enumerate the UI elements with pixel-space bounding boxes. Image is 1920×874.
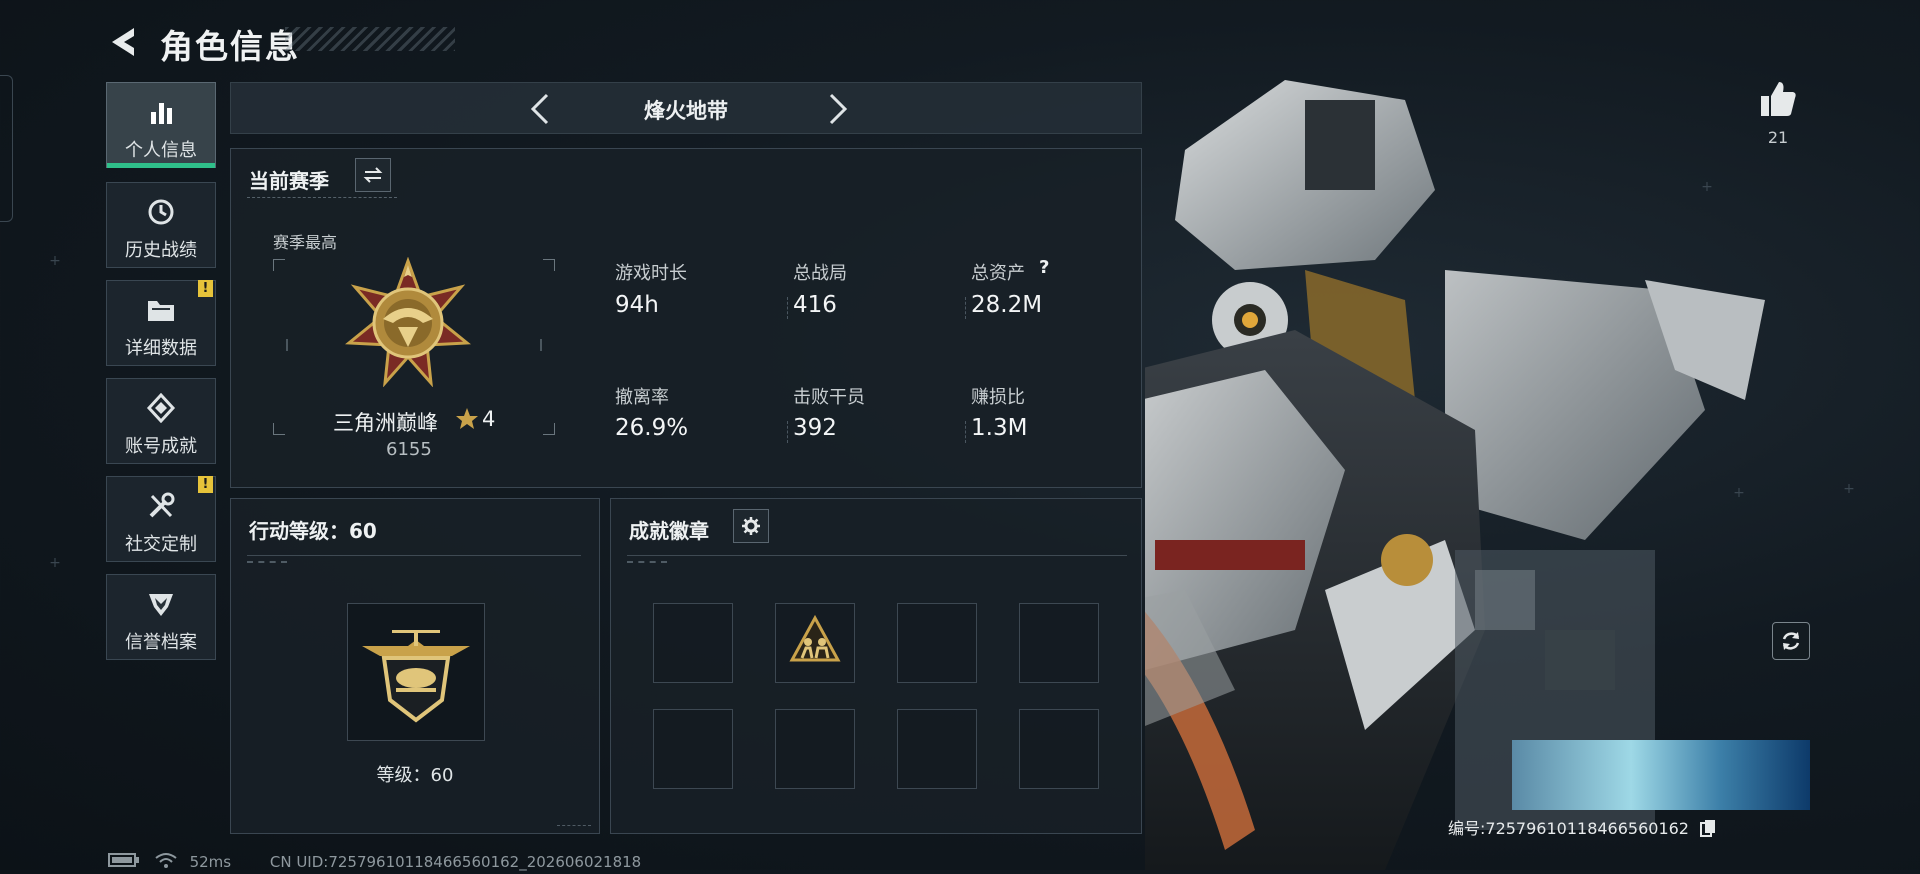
rank-emblem (343, 256, 473, 388)
squad-badge-icon (789, 614, 841, 662)
stat-value: 1.3M (971, 415, 1028, 441)
divider (787, 297, 789, 319)
stat-label: 总战局 (793, 263, 847, 284)
divider (247, 197, 397, 202)
stat-label: 游戏时长 (615, 263, 687, 284)
season-title: 当前赛季 (249, 169, 329, 193)
chevron-right-icon (829, 93, 848, 125)
divider (787, 421, 789, 443)
sidebar-item-label: 信誉档案 (125, 632, 197, 653)
player-id-text: 编号:7257961011846656016​2 (1448, 819, 1689, 838)
stat-label: 赚损比 (971, 387, 1025, 408)
sidebar-item-label: 详细数据 (125, 338, 197, 359)
help-icon[interactable]: ? (1039, 257, 1049, 278)
gear-icon (742, 517, 760, 535)
helicopter-emblem-icon (362, 630, 470, 723)
sidebar-item-detailed-data[interactable]: ! 详细数据 (106, 280, 216, 366)
mode-title: 烽火地带 (644, 99, 728, 123)
back-button[interactable] (104, 22, 144, 62)
grid-mark: + (1843, 481, 1855, 497)
page-title: 角色信息 (160, 27, 300, 66)
star-icon (455, 407, 479, 435)
ping-value: 52ms (189, 852, 232, 871)
badge-slot[interactable] (775, 709, 855, 789)
badge-settings-button[interactable] (733, 509, 769, 543)
like-count: 21 (1767, 128, 1789, 147)
sidebar-item-history[interactable]: 历史战绩 (106, 182, 216, 268)
battery-icon (108, 853, 140, 871)
wifi-icon (155, 852, 177, 872)
nameplate-banner (1512, 740, 1810, 810)
sidebar-item-credit-profile[interactable]: 信誉档案 (106, 574, 216, 660)
sidebar-item-label: 历史战绩 (125, 240, 197, 261)
badges-title: 成就徽章 (629, 519, 709, 543)
rank-score: 6155 (386, 439, 432, 460)
player-id-row: 编号:7257961011846656016​2 (1448, 815, 1716, 841)
action-level-title: 行动等级：60 (249, 519, 377, 543)
divider (247, 555, 581, 556)
season-panel: 当前赛季 赛季最高 三角洲巅峰 4 6155 游戏时长 94h 总战局 416 … (230, 148, 1142, 488)
back-arrow-icon (112, 28, 134, 56)
side-drawer-handle[interactable] (0, 75, 13, 222)
divider (627, 555, 1127, 556)
badge-slot[interactable] (775, 603, 855, 683)
stat-value: 416 (793, 292, 837, 318)
mode-selector: 烽火地带 (230, 82, 1142, 134)
grid-mark: + (49, 555, 61, 571)
copy-button[interactable] (1700, 819, 1716, 841)
sidebar-item-personal-info[interactable]: 个人信息 (106, 82, 216, 168)
badge-slot[interactable] (1019, 603, 1099, 683)
history-clock-icon (107, 197, 215, 227)
stat-value: 392 (793, 415, 837, 441)
thumbs-up-icon (1761, 82, 1796, 116)
level-label: 等级：60 (376, 765, 454, 786)
season-best-label: 赛季最高 (273, 233, 338, 252)
refresh-icon (1782, 632, 1800, 650)
badge-slot[interactable] (897, 709, 977, 789)
sidebar-item-achievements[interactable]: 账号成就 (106, 378, 216, 464)
stat-label: 击败干员 (793, 387, 865, 408)
badge-slot[interactable] (1019, 709, 1099, 789)
status-footer: 52ms CN UID:7257961011846656016​2_202606… (108, 852, 641, 872)
divider (965, 297, 967, 319)
badge-slot[interactable] (653, 603, 733, 683)
grid-mark: + (49, 253, 61, 269)
sidebar-item-label: 个人信息 (125, 140, 197, 161)
refresh-button[interactable] (1772, 622, 1810, 660)
stat-label: 撤离率 (615, 387, 669, 408)
like-button[interactable] (1755, 76, 1801, 122)
sidebar-item-social-custom[interactable]: ! 社交定制 (106, 476, 216, 562)
achievement-icon (107, 393, 215, 423)
level-badge-frame (347, 603, 485, 741)
rank-name: 三角洲巅峰 (333, 411, 438, 435)
shield-emblem-icon (107, 589, 215, 619)
divider (627, 561, 667, 563)
tools-icon (107, 491, 215, 521)
badge-slot[interactable] (897, 603, 977, 683)
title-decoration (285, 27, 455, 51)
bar-chart-icon (107, 97, 215, 127)
sidebar-item-label: 社交定制 (125, 534, 197, 555)
stat-value: 94h (615, 292, 659, 318)
corner-decoration (557, 817, 591, 826)
folder-icon (107, 295, 215, 325)
divider (965, 421, 967, 443)
swap-icon (363, 167, 383, 183)
copy-icon (1700, 819, 1716, 837)
badge-slot[interactable] (653, 709, 733, 789)
sidebar-item-label: 账号成就 (125, 436, 197, 457)
stat-label: 总资产 (971, 263, 1025, 284)
next-mode-button[interactable] (817, 89, 857, 129)
divider (247, 561, 287, 563)
switch-season-button[interactable] (355, 158, 391, 192)
uid-text: CN UID:7257961011846656016​2_20260602181… (269, 852, 642, 871)
rank-stars: 4 (482, 407, 496, 431)
action-level-panel: 行动等级：60 等级：60 (230, 498, 600, 834)
stat-value: 26.9% (615, 415, 689, 441)
stat-value: 28.2M (971, 292, 1043, 318)
achievement-badges-panel: 成就徽章 (610, 498, 1142, 834)
